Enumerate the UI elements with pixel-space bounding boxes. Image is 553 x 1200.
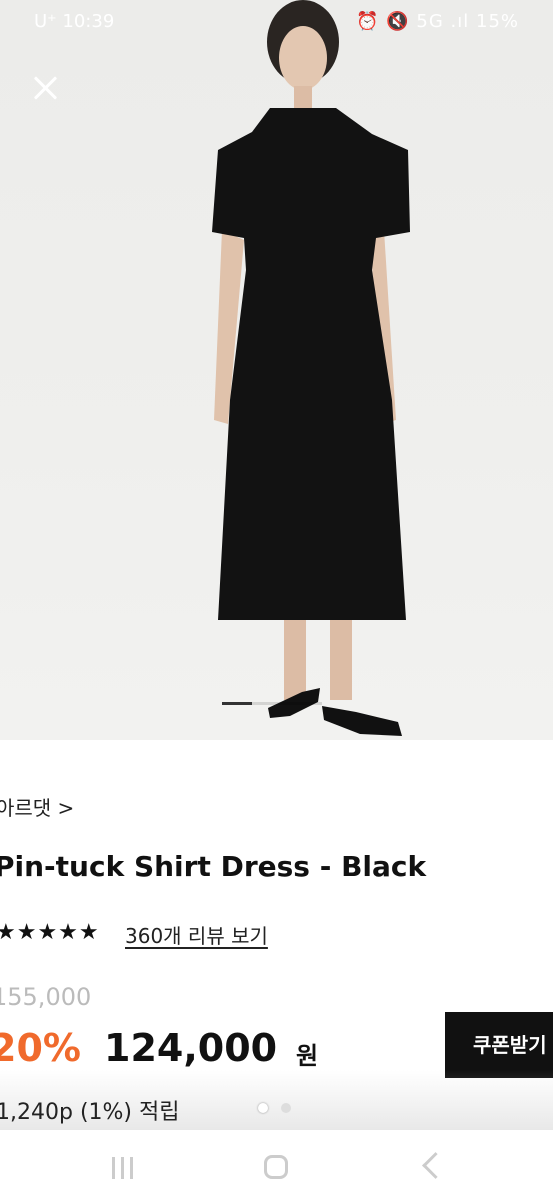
gallery-progress-track	[222, 702, 322, 705]
product-title: Pin-tuck Shirt Dress - Black	[0, 850, 427, 883]
sale-price: 124,000	[104, 1026, 278, 1070]
original-price: 155,000	[0, 983, 92, 1011]
system-nav-bar	[0, 1130, 553, 1200]
recent-apps-icon[interactable]	[110, 1157, 136, 1179]
carousel-dot[interactable]	[281, 1103, 292, 1113]
carousel-dots	[258, 1098, 299, 1117]
points-info: 1,240p (1%) 적립	[0, 1100, 180, 1125]
rating-stars: ★★★★★	[0, 920, 100, 945]
close-icon[interactable]	[30, 72, 62, 104]
product-info: 아르댓 > Pin-tuck Shirt Dress - Black ★★★★★…	[0, 740, 553, 1130]
currency-label: 원	[296, 1042, 319, 1070]
back-icon[interactable]	[422, 1152, 449, 1179]
brand-link[interactable]: 아르댓 >	[0, 792, 74, 821]
discount-rate: 20%	[0, 1026, 81, 1070]
product-image-gallery[interactable]: U⁺ 10:39 ⏰ 🔇 5G .ıl 15%	[0, 0, 553, 740]
review-link[interactable]: 360개 리뷰 보기	[125, 920, 268, 949]
carousel-dot-active[interactable]	[258, 1103, 268, 1113]
gallery-progress-fill	[222, 702, 252, 705]
product-photo	[212, 0, 410, 736]
status-indicators: ⏰ 🔇 5G .ıl 15%	[356, 11, 519, 32]
coupon-button[interactable]: 쿠폰받기	[445, 1012, 553, 1078]
status-bar: U⁺ 10:39 ⏰ 🔇 5G .ıl 15%	[0, 0, 553, 44]
home-icon[interactable]	[264, 1155, 288, 1179]
status-time: U⁺ 10:39	[34, 11, 115, 32]
